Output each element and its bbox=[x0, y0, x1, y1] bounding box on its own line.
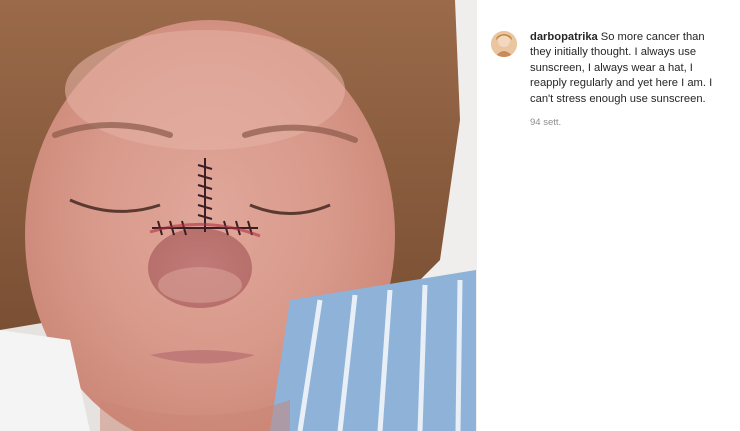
post-time[interactable]: 94 sett. bbox=[530, 117, 724, 128]
caption: darbopatrika So more cancer than they ini… bbox=[530, 30, 724, 107]
caption-body: darbopatrika So more cancer than they ini… bbox=[530, 30, 724, 128]
caption-row: darbopatrika So more cancer than they ini… bbox=[491, 30, 724, 128]
post-image bbox=[0, 0, 476, 431]
instagram-post: darbopatrika So more cancer than they ini… bbox=[0, 0, 740, 431]
user-avatar[interactable] bbox=[491, 31, 517, 57]
username-link[interactable]: darbopatrika bbox=[530, 31, 598, 43]
avatar-icon bbox=[491, 31, 517, 57]
post-photo[interactable] bbox=[0, 0, 476, 431]
post-sidebar: darbopatrika So more cancer than they ini… bbox=[476, 0, 740, 431]
